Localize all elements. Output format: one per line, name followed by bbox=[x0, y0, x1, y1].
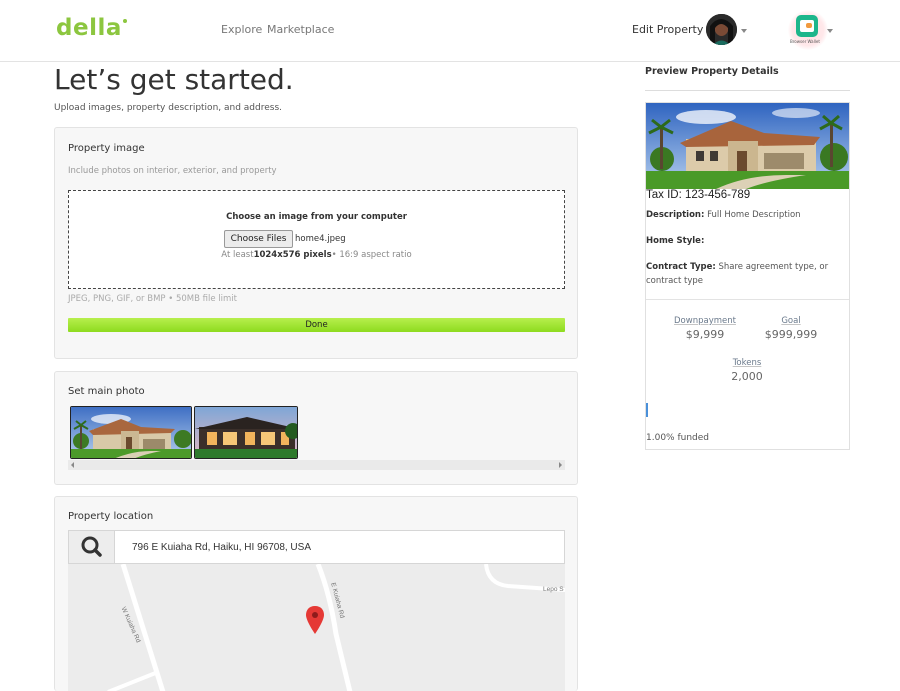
page-title: Let’s get started. bbox=[54, 63, 294, 96]
dropzone-title: Choose an image from your computer bbox=[226, 212, 407, 222]
house-photo-1 bbox=[71, 407, 191, 458]
file-format-note: JPEG, PNG, GIF, or BMP • 50MB file limit bbox=[68, 294, 237, 304]
thumbnail-scrollbar[interactable] bbox=[68, 460, 565, 470]
property-image-hint: Include photos on interior, exterior, an… bbox=[68, 166, 277, 176]
image-dropzone[interactable]: Choose an image from your computer Choos… bbox=[68, 190, 565, 289]
done-button[interactable]: Done bbox=[68, 318, 565, 332]
card-divider bbox=[646, 299, 849, 300]
funded-text: 1.00% funded bbox=[646, 433, 709, 443]
browser-wallet-button[interactable]: Browser Wallet bbox=[788, 10, 828, 50]
map-pin-icon[interactable] bbox=[306, 606, 324, 634]
page-subtitle: Upload images, property description, and… bbox=[54, 103, 283, 113]
search-icon bbox=[81, 536, 102, 557]
description-label: Description: bbox=[646, 210, 705, 220]
description-value: Full Home Description bbox=[707, 210, 801, 220]
selected-filename: home4.jpeg bbox=[295, 234, 346, 244]
preview-house-photo bbox=[646, 103, 849, 189]
avatar-image bbox=[706, 14, 737, 45]
wallet-icon bbox=[796, 15, 818, 37]
downpayment-value: $9,999 bbox=[685, 328, 725, 341]
logo-text: della bbox=[56, 15, 122, 41]
address-input[interactable] bbox=[116, 531, 564, 563]
house-photo-2 bbox=[195, 407, 297, 458]
nav-marketplace-link[interactable]: Marketplace bbox=[267, 23, 334, 36]
della-logo[interactable]: della bbox=[56, 15, 127, 41]
goal-value: $999,999 bbox=[764, 328, 818, 341]
tax-id: Tax ID: 123-456-789 bbox=[646, 189, 751, 201]
property-location-title: Property location bbox=[68, 511, 154, 522]
funding-progress-fill bbox=[646, 403, 649, 417]
main-photo-panel: Set main photo bbox=[54, 371, 578, 485]
req-size: 1024x576 pixels bbox=[253, 250, 332, 260]
edit-property-link[interactable]: Edit Property bbox=[632, 23, 703, 36]
preview-title: Preview Property Details bbox=[645, 66, 779, 77]
tokens-value: 2,000 bbox=[731, 370, 763, 383]
description-row: Description: Full Home Description bbox=[646, 208, 836, 222]
nav-explore-link[interactable]: Explore bbox=[221, 23, 262, 36]
location-map[interactable]: W Kuiaha Rd E Kuiaha Rd Lepo S bbox=[68, 564, 565, 691]
home-style-label: Home Style: bbox=[646, 236, 705, 246]
search-button[interactable] bbox=[69, 531, 115, 563]
downpayment-stat: Downpayment $9,999 bbox=[673, 316, 737, 341]
scroll-right-arrow-icon[interactable] bbox=[559, 462, 562, 468]
tokens-label: Tokens bbox=[732, 358, 762, 368]
funding-progress-bar bbox=[646, 403, 849, 417]
wallet-label: Browser Wallet bbox=[790, 39, 820, 44]
property-preview-card: Tax ID: 123-456-789 Description: Full Ho… bbox=[645, 102, 850, 450]
scroll-left-arrow-icon[interactable] bbox=[71, 462, 74, 468]
avatar-dropdown-caret-icon[interactable] bbox=[741, 29, 747, 33]
home-style-row: Home Style: bbox=[646, 234, 836, 248]
req-suffix: • 16:9 aspect ratio bbox=[331, 250, 412, 260]
property-image-title: Property image bbox=[68, 143, 145, 154]
user-avatar[interactable] bbox=[706, 14, 737, 45]
photo-thumbnail[interactable] bbox=[194, 406, 298, 459]
goal-stat: Goal $999,999 bbox=[761, 316, 821, 341]
contract-type-row: Contract Type: Share agreement type, or … bbox=[646, 260, 836, 288]
image-requirements: At least1024x576 pixels• 16:9 aspect rat… bbox=[69, 250, 564, 260]
main-photo-title: Set main photo bbox=[68, 386, 145, 397]
req-prefix: At least bbox=[221, 250, 254, 260]
property-location-panel: Property location W Kuiaha Rd E Kuiaha R… bbox=[54, 496, 578, 691]
top-navbar: della Explore Marketplace Edit Property … bbox=[0, 0, 900, 62]
goal-label: Goal bbox=[781, 316, 801, 326]
logo-dot bbox=[122, 19, 127, 23]
wallet-dropdown-caret-icon[interactable] bbox=[827, 29, 833, 33]
contract-type-label: Contract Type: bbox=[646, 262, 716, 272]
address-search-bar bbox=[68, 530, 565, 564]
property-image-panel: Property image Include photos on interio… bbox=[54, 127, 578, 359]
downpayment-label: Downpayment bbox=[674, 316, 736, 326]
photo-thumbnail[interactable] bbox=[70, 406, 192, 459]
choose-files-button[interactable]: Choose Files bbox=[224, 230, 293, 248]
tokens-stat: Tokens 2,000 bbox=[717, 358, 777, 383]
map-road-label: Lepo S bbox=[543, 586, 564, 593]
preview-image bbox=[646, 103, 849, 189]
preview-divider bbox=[645, 90, 850, 91]
